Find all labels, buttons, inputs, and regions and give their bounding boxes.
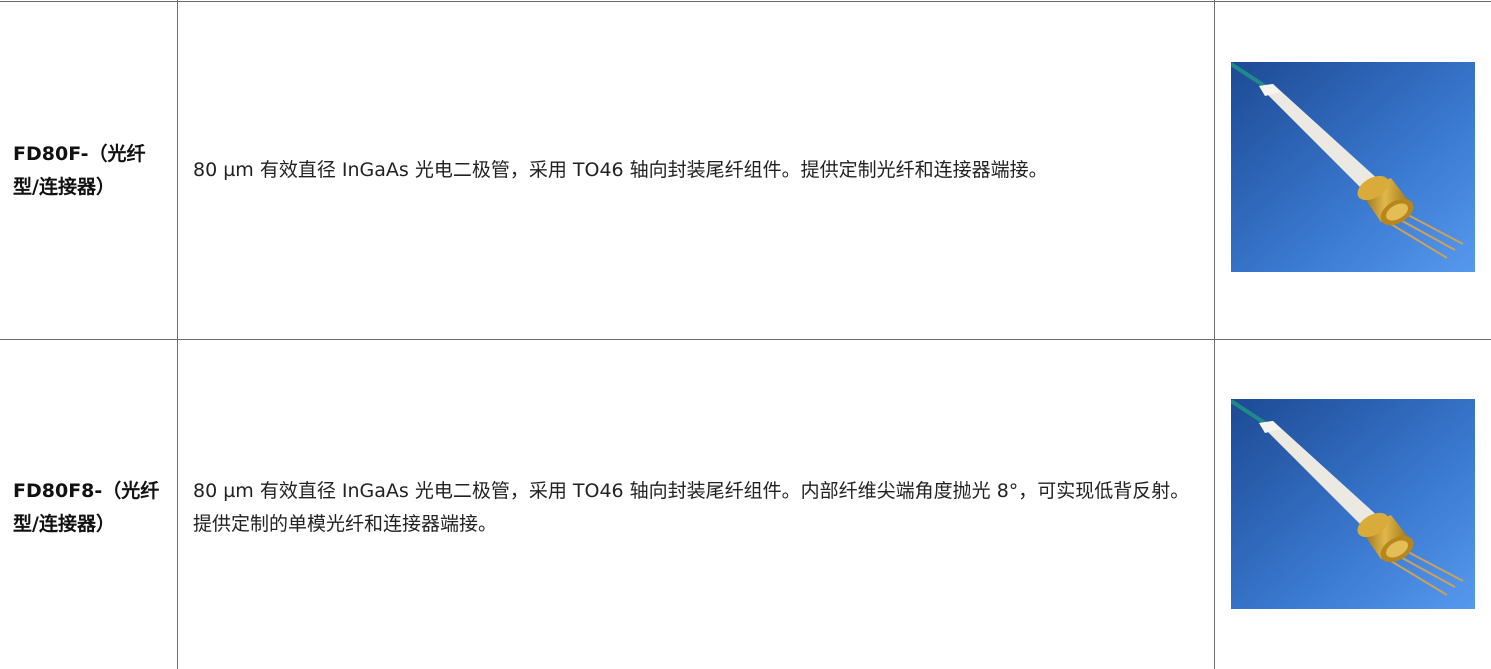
fiber-pigtailed-photodiode-image [1229, 399, 1475, 609]
model-name: FD80F8-（光纤型/连接器） [13, 480, 160, 535]
product-table: FD80F-（光纤型/连接器） 80 µm 有效直径 InGaAs 光电二极管，… [0, 0, 1491, 669]
model-name: FD80F-（光纤型/连接器） [13, 143, 146, 198]
product-description: 80 µm 有效直径 InGaAs 光电二极管，采用 TO46 轴向封装尾纤组件… [193, 159, 1048, 181]
product-description: 80 µm 有效直径 InGaAs 光电二极管，采用 TO46 轴向封装尾纤组件… [193, 480, 1190, 535]
fiber-pigtailed-photodiode-image [1229, 62, 1475, 272]
table-row: FD80F8-（光纤型/连接器） 80 µm 有效直径 InGaAs 光电二极管… [0, 339, 1491, 669]
table-row: FD80F-（光纤型/连接器） 80 µm 有效直径 InGaAs 光电二极管，… [0, 0, 1491, 339]
